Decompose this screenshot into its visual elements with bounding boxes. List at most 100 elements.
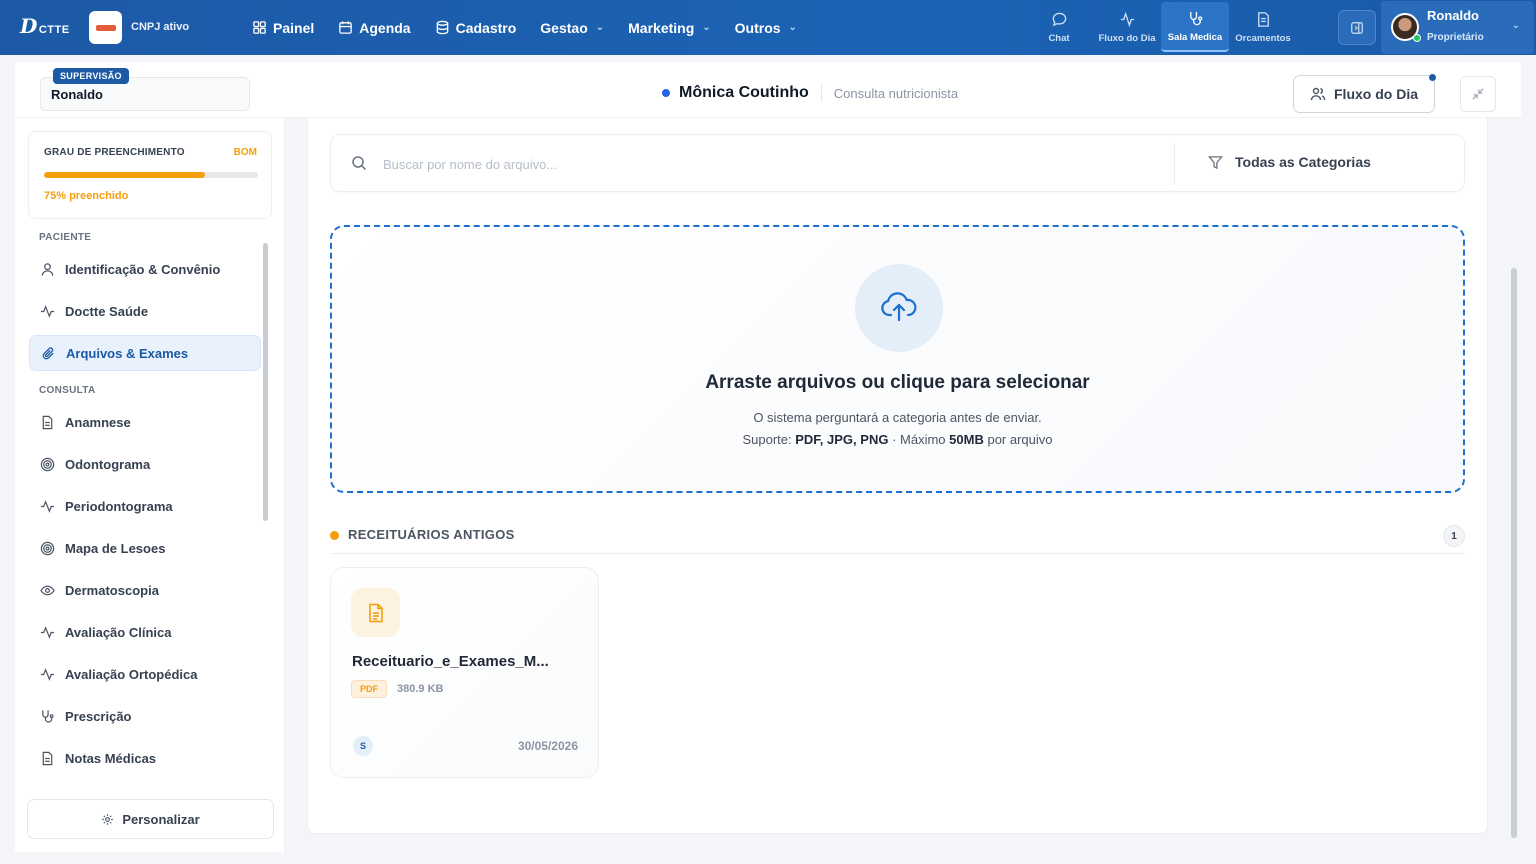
sidebar-item-prescricao[interactable]: Prescrição xyxy=(29,698,261,734)
chevron-down-icon: ⌄ xyxy=(788,22,797,33)
document-icon xyxy=(42,415,53,429)
main-nav: Painel Agenda Cadastro Gestao ⌄ Marketin… xyxy=(252,0,821,55)
file-upload-dropzone[interactable]: Arraste arquivos ou clique para selecion… xyxy=(330,225,1465,493)
support-mid: · Máximo xyxy=(892,432,946,447)
activity-icon xyxy=(40,667,55,681)
file-name: Receituario_e_Exames_M... xyxy=(352,653,549,670)
quick-chat[interactable]: Chat xyxy=(1025,2,1093,52)
nav-outros[interactable]: Outros ⌄ xyxy=(735,20,797,36)
chevron-down-icon: ⌄ xyxy=(1511,20,1520,31)
sidebar-item-label: Avaliação Ortopédica xyxy=(65,666,198,682)
online-indicator xyxy=(1413,34,1421,42)
upload-icon-circle xyxy=(855,264,943,352)
sidebar-item-dermatoscopia[interactable]: Dermatoscopia xyxy=(29,572,261,608)
sidebar-item-label: Identificação & Convênio xyxy=(65,261,221,277)
support-suffix: por arquivo xyxy=(987,432,1053,447)
quick-label: Chat xyxy=(1048,32,1070,44)
sidebar-item-mapa-lesoes[interactable]: Mapa de Lesoes xyxy=(29,530,261,566)
sidebar-item-label: Odontograma xyxy=(65,456,151,472)
target-icon xyxy=(40,541,55,555)
document-icon xyxy=(42,751,53,765)
supervision-badge: SUPERVISÃO xyxy=(53,68,129,84)
activity-icon xyxy=(40,499,55,513)
document-icon xyxy=(1257,11,1269,27)
sidebar-item-notas-medicas[interactable]: Notas Médicas xyxy=(29,740,261,776)
fill-progress-card: GRAU DE PREENCHIMENTO BOM 75% preenchido xyxy=(28,131,272,219)
quick-fluxo-do-dia[interactable]: Fluxo do Dia xyxy=(1093,2,1161,52)
calendar-icon xyxy=(339,21,353,34)
top-navbar: DCTTE CNPJ ativo Painel Agenda Cadastro … xyxy=(0,0,1536,55)
quick-access-bar: Chat Fluxo do Dia Sala Medica Orcamentos xyxy=(1025,0,1297,55)
scrollbar-thumb[interactable] xyxy=(1511,268,1517,838)
sidebar-item-label: Mapa de Lesoes xyxy=(65,540,166,556)
grid-icon xyxy=(253,21,266,34)
nav-label: Cadastro xyxy=(455,19,517,36)
file-card[interactable]: Receituario_e_Exames_M... PDF 380.9 KB S… xyxy=(330,567,599,778)
page-scrollbar[interactable] xyxy=(1510,120,1518,850)
file-type-badge: PDF xyxy=(351,680,387,698)
quick-label: Sala Medica xyxy=(1167,31,1223,43)
sidebar-item-avaliacao-clinica[interactable]: Avaliação Clínica xyxy=(29,614,261,650)
patient-sidebar: GRAU DE PREENCHIMENTO BOM 75% preenchido… xyxy=(15,118,285,852)
patient-name: Mônica Coutinho xyxy=(679,84,809,101)
cnpj-status: CNPJ ativo xyxy=(131,21,190,33)
database-icon xyxy=(436,20,448,35)
filter-icon xyxy=(1208,155,1223,169)
support-formats: PDF, JPG, PNG xyxy=(795,432,889,447)
file-text-icon xyxy=(368,603,383,622)
stethoscope-icon xyxy=(1189,11,1202,25)
nav-cadastro[interactable]: Cadastro xyxy=(435,19,517,36)
fill-progress-value xyxy=(44,172,205,178)
sidebar-item-odontograma[interactable]: Odontograma xyxy=(29,446,261,482)
minimize-icon xyxy=(1472,88,1484,100)
status-dot xyxy=(662,89,670,97)
activity-icon xyxy=(40,304,55,318)
sidebar-item-avaliacao-ortopedica[interactable]: Avaliação Ortopédica xyxy=(29,656,261,692)
company-logo[interactable] xyxy=(89,11,122,44)
nav-marketing[interactable]: Marketing ⌄ xyxy=(628,20,711,36)
activity-icon xyxy=(1120,11,1134,27)
file-date: 30/05/2026 xyxy=(517,739,578,753)
quick-label: Orcamentos xyxy=(1235,32,1291,44)
paperclip-icon xyxy=(42,346,54,359)
sidebar-item-label: Prescrição xyxy=(65,708,132,724)
personalize-button[interactable]: Personalizar xyxy=(27,799,274,839)
category-filter[interactable]: Todas as Categorias xyxy=(1208,154,1371,170)
consultation-header: Ronaldo SUPERVISÃO Mônica Coutinho Consu… xyxy=(15,62,1521,118)
nav-gestao[interactable]: Gestao ⌄ xyxy=(540,20,604,36)
quick-label: Fluxo do Dia xyxy=(1098,32,1156,44)
section-label-paciente: PACIENTE xyxy=(39,232,92,243)
user-role: Proprietário xyxy=(1427,32,1484,43)
button-label: Personalizar xyxy=(122,811,200,827)
sidebar-scrollbar[interactable] xyxy=(263,243,268,521)
nav-label: Gestao xyxy=(540,19,588,36)
section-title: RECEITUÁRIOS ANTIGOS xyxy=(348,527,515,542)
sidebar-item-doctte-saude[interactable]: Doctte Saúde xyxy=(29,293,261,329)
search-input[interactable] xyxy=(383,152,1083,176)
chat-icon xyxy=(1052,12,1066,26)
nav-agenda[interactable]: Agenda xyxy=(338,20,411,36)
file-icon-box xyxy=(351,588,400,637)
quick-sala-medica[interactable]: Sala Medica xyxy=(1161,2,1229,52)
user-menu[interactable]: Ronaldo Proprietário ⌄ xyxy=(1381,1,1534,54)
dropzone-support-info: Suporte: PDF, JPG, PNG · Máximo 50MB por… xyxy=(332,432,1463,447)
fill-badge: BOM xyxy=(233,147,257,158)
minimize-button[interactable] xyxy=(1460,76,1496,112)
sidebar-item-anamnese[interactable]: Anamnese xyxy=(29,404,261,440)
sidebar-item-periodontograma[interactable]: Periodontograma xyxy=(29,488,261,524)
sidebar-item-identificacao[interactable]: Identificação & Convênio xyxy=(29,251,261,287)
toggle-panel-button[interactable] xyxy=(1338,10,1376,45)
nav-painel[interactable]: Painel xyxy=(252,20,314,36)
app-logo[interactable]: DCTTE xyxy=(20,14,70,38)
sidebar-item-label: Avaliação Clínica xyxy=(65,624,172,640)
cloud-upload-icon xyxy=(881,292,917,322)
sidebar-item-label: Periodontograma xyxy=(65,498,173,514)
quick-orcamentos[interactable]: Orcamentos xyxy=(1229,2,1297,52)
panel-toggle-icon xyxy=(1351,21,1363,34)
divider xyxy=(820,84,822,102)
sidebar-item-arquivos-exames[interactable]: Arquivos & Exames xyxy=(29,335,261,371)
sidebar-item-label: Doctte Saúde xyxy=(65,303,149,319)
section-header-receituarios: RECEITUÁRIOS ANTIGOS 1 xyxy=(330,525,1465,554)
fluxo-do-dia-button[interactable]: Fluxo do Dia xyxy=(1293,74,1436,113)
fill-progress-bar xyxy=(44,172,258,178)
